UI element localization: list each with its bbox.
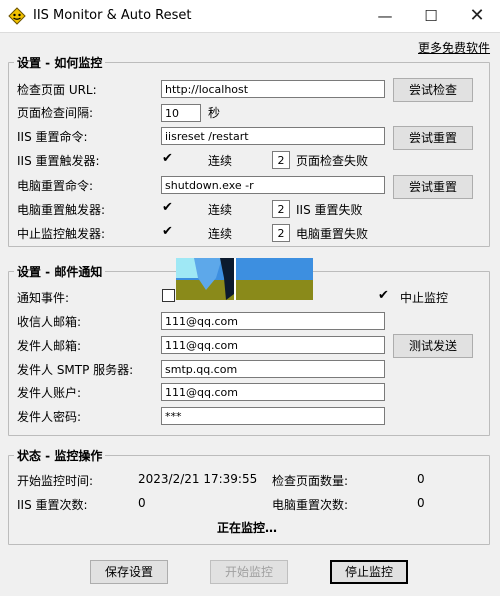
app-icon: [8, 7, 26, 25]
iis-resets-value: 0: [138, 496, 146, 510]
start-time-label: 开始监控时间:: [17, 474, 94, 488]
status-title: 状态 - 监控操作: [14, 447, 106, 464]
start-time-value: 2023/2/21 17:39:55: [138, 472, 258, 486]
try-pc-reset-button[interactable]: 尝试重置: [393, 175, 473, 199]
pages-checked-value: 0: [417, 472, 425, 486]
title-bar: IIS Monitor & Auto Reset — ☐ ✕: [0, 0, 500, 33]
pc-trigger-label: 电脑重置触发器:: [17, 203, 106, 217]
smtp-label: 发件人 SMTP 服务器:: [17, 363, 134, 377]
pc-resets-value: 0: [417, 496, 425, 510]
stop-monitor-button[interactable]: 停止监控: [330, 560, 408, 584]
pc-reset-cmd-input[interactable]: shutdown.exe -r: [161, 176, 385, 194]
iis-reset-cmd-label: IIS 重置命令:: [17, 130, 88, 144]
iis-trigger-suffix: 页面检查失败: [296, 154, 369, 168]
events-label: 通知事件:: [17, 291, 70, 305]
overlay-image: [176, 258, 313, 300]
stop-trigger-consecutive: 连续: [208, 227, 233, 241]
monitor-settings-title: 设置 - 如何监控: [14, 54, 106, 71]
sender-input[interactable]: 111@qq.com: [161, 336, 385, 354]
test-send-button[interactable]: 测试发送: [393, 334, 473, 358]
password-label: 发件人密码:: [17, 410, 82, 424]
iis-trigger-consecutive: 连续: [208, 154, 233, 168]
iis-reset-cmd-input[interactable]: iisreset /restart: [161, 127, 385, 145]
stop-trigger-suffix: 电脑重置失败: [296, 227, 369, 241]
iis-trigger-label: IIS 重置触发器:: [17, 154, 100, 168]
close-button[interactable]: ✕: [454, 0, 500, 32]
monitoring-status: 正在监控…: [217, 521, 278, 535]
recipient-input[interactable]: 111@qq.com: [161, 312, 385, 330]
pc-trigger-consecutive: 连续: [208, 203, 233, 217]
maximize-button[interactable]: ☐: [408, 0, 454, 32]
iis-trigger-count[interactable]: 2: [272, 151, 290, 169]
pc-trigger-checkbox[interactable]: ✔: [162, 201, 174, 214]
stop-trigger-count[interactable]: 2: [272, 224, 290, 242]
pages-checked-label: 检查页面数量:: [272, 474, 349, 488]
stop-monitor-checkbox[interactable]: ✔: [378, 289, 390, 302]
url-input[interactable]: http://localhost: [161, 80, 385, 98]
sender-label: 发件人邮箱:: [17, 339, 82, 353]
account-label: 发件人账户:: [17, 386, 82, 400]
iis-trigger-checkbox[interactable]: ✔: [162, 152, 174, 165]
interval-unit: 秒: [208, 106, 221, 120]
stop-monitor-label: 中止监控: [400, 291, 449, 305]
interval-input[interactable]: 10: [161, 104, 201, 122]
account-input[interactable]: 111@qq.com: [161, 383, 385, 401]
try-check-button[interactable]: 尝试检查: [393, 78, 473, 102]
save-settings-button[interactable]: 保存设置: [90, 560, 168, 584]
start-monitor-button[interactable]: 开始监控: [210, 560, 288, 584]
event-checkbox[interactable]: [162, 289, 175, 302]
url-label: 检查页面 URL:: [17, 83, 97, 97]
try-iis-reset-button[interactable]: 尝试重置: [393, 126, 473, 150]
more-software-link[interactable]: 更多免费软件: [418, 39, 490, 56]
window-title: IIS Monitor & Auto Reset: [33, 8, 192, 23]
password-input[interactable]: ***: [161, 407, 385, 425]
pc-reset-cmd-label: 电脑重置命令:: [17, 179, 94, 193]
minimize-button[interactable]: —: [362, 0, 408, 32]
pc-trigger-count[interactable]: 2: [272, 200, 290, 218]
pc-trigger-suffix: IIS 重置失败: [296, 203, 363, 217]
stop-trigger-checkbox[interactable]: ✔: [162, 225, 174, 238]
mail-settings-title: 设置 - 邮件通知: [14, 263, 106, 280]
recipient-label: 收信人邮箱:: [17, 315, 82, 329]
stop-trigger-label: 中止监控触发器:: [17, 227, 106, 241]
pc-resets-label: 电脑重置次数:: [272, 498, 349, 512]
interval-label: 页面检查间隔:: [17, 106, 94, 120]
iis-resets-label: IIS 重置次数:: [17, 498, 88, 512]
smtp-input[interactable]: smtp.qq.com: [161, 360, 385, 378]
